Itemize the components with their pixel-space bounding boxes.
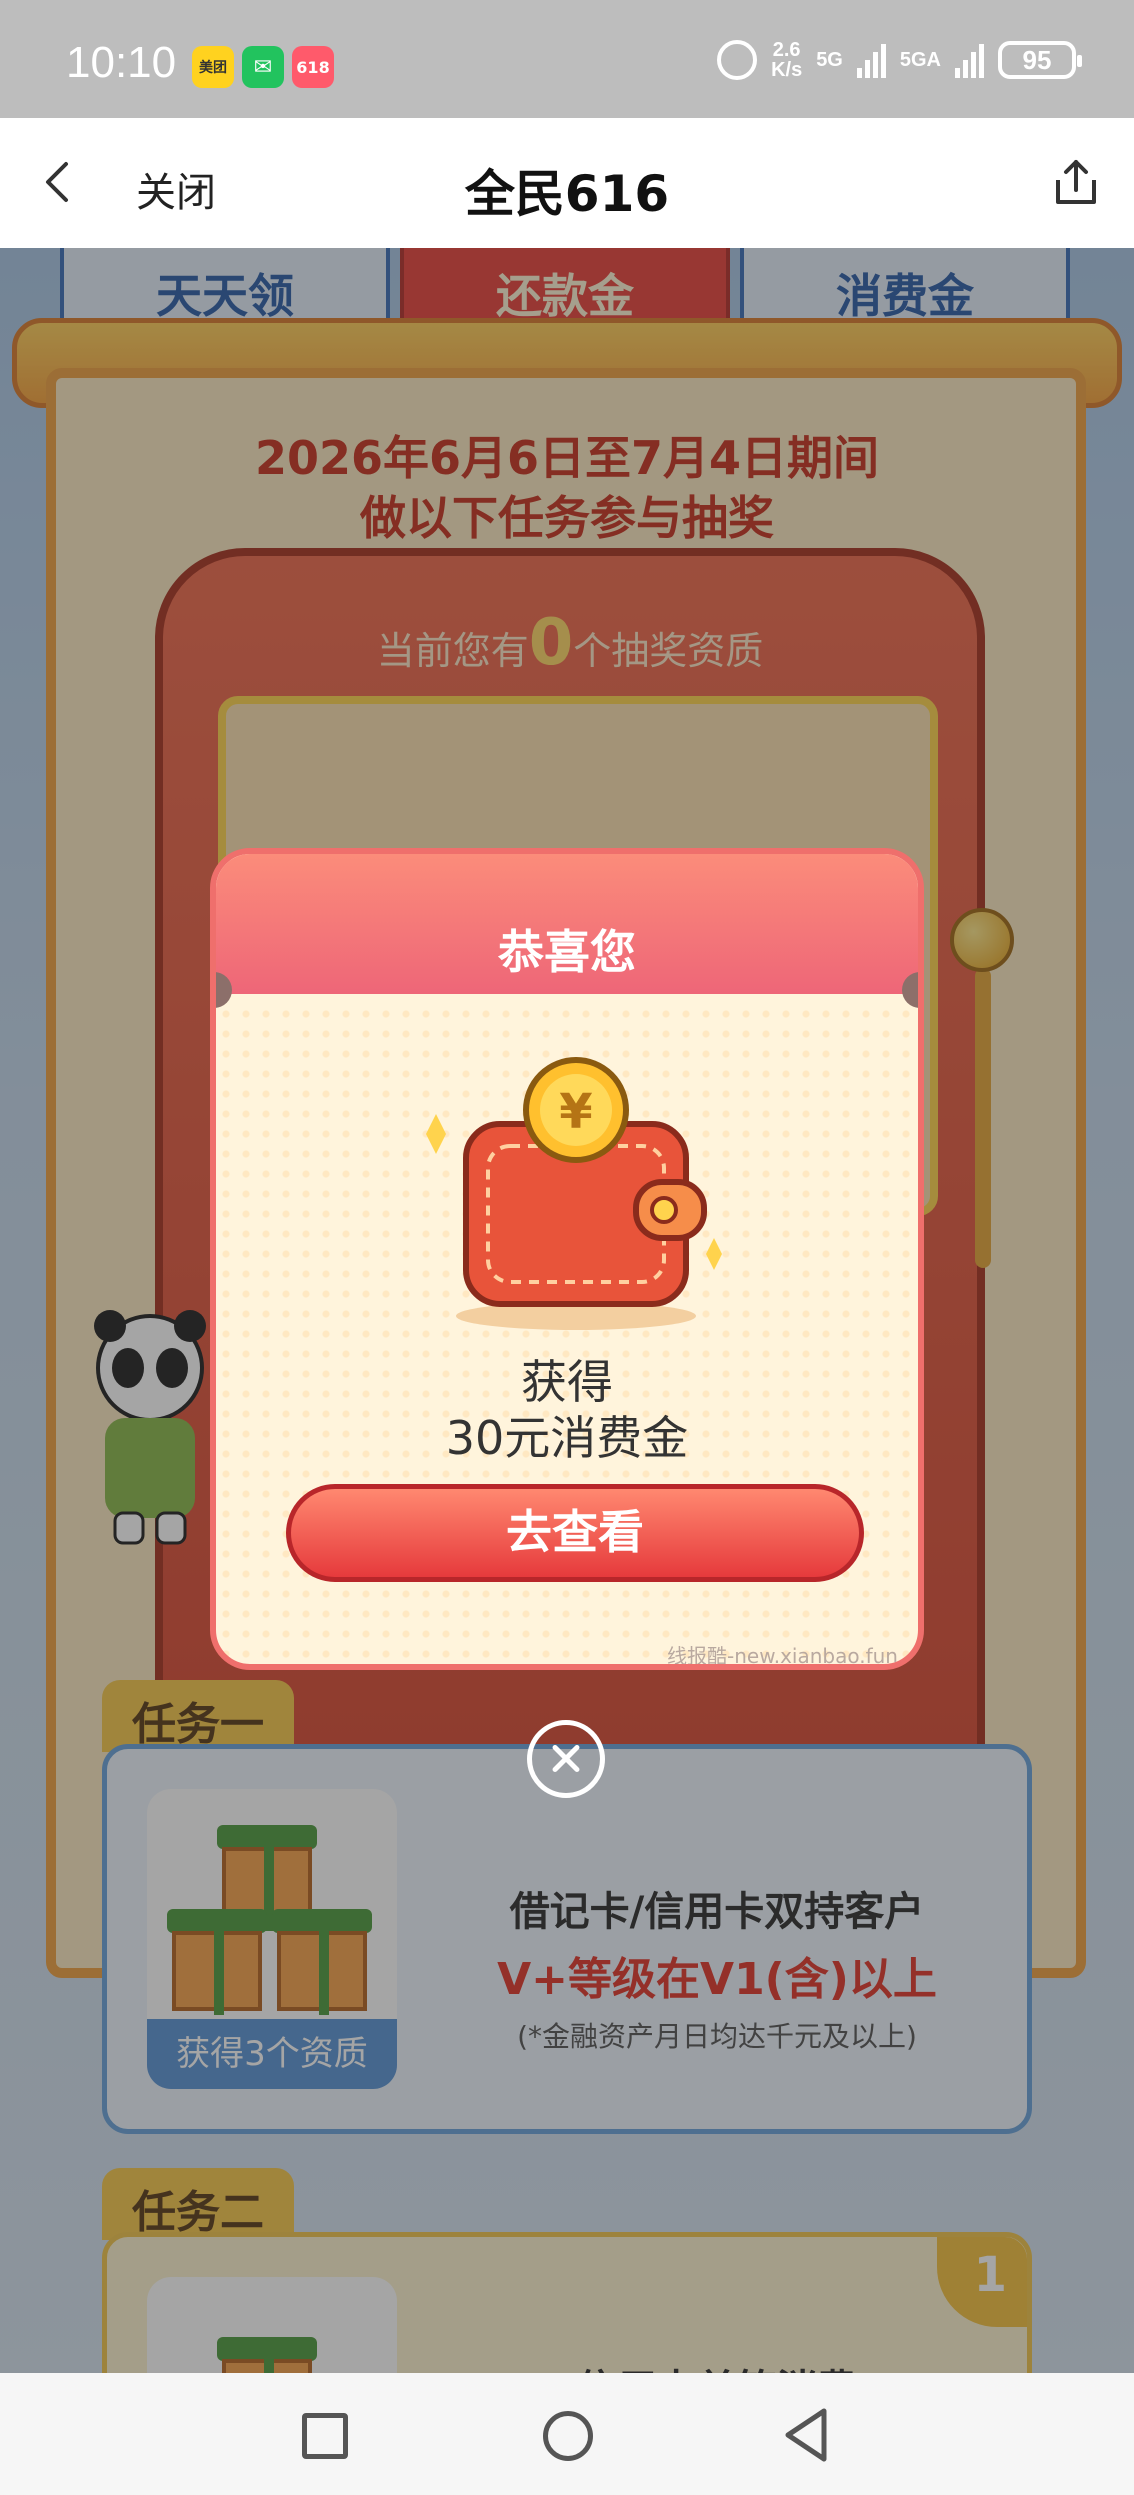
network-speed-value: 2.6 [772, 39, 801, 61]
modal-title: 恭喜您 [498, 925, 636, 979]
back-triangle-icon[interactable] [782, 2407, 830, 2463]
home-icon[interactable] [543, 2411, 593, 2461]
signal-strength-icon-2 [955, 42, 984, 78]
coin-symbol: ¥ [559, 1084, 592, 1140]
prize-line1: 获得 [521, 1355, 613, 1409]
shopping-618-app-icon: 618 [292, 46, 334, 88]
network-speed: 2.6 K/s [771, 40, 802, 80]
view-prize-button[interactable]: 去查看 [286, 1484, 864, 1582]
close-modal-icon[interactable] [527, 1720, 605, 1798]
network-speed-unit: K/s [771, 59, 803, 81]
share-icon[interactable] [1048, 154, 1104, 210]
prize-modal: 恭喜您 ¥ 获得 30元消费金 去查看 线报酷-new.xianbao.fun [210, 848, 924, 1670]
prize-text: 获得 30元消费金 [216, 1354, 918, 1466]
prize-amount: 30元消费金 [445, 1411, 689, 1465]
alarm-icon [717, 40, 758, 80]
wechat-app-icon: ✉ [242, 46, 284, 88]
page-title: 全民616 [464, 165, 670, 223]
meituan-app-icon: 美团 [192, 46, 234, 88]
status-bar: 10:10 美团 ✉ 618 2.6 K/s 5G 5GA 95 [0, 0, 1134, 118]
recent-apps-icon[interactable] [302, 2413, 348, 2459]
status-time: 10:10 [66, 38, 177, 87]
network-type-label: 5G [816, 48, 843, 71]
battery-icon: 95 [998, 41, 1082, 79]
status-indicators: 2.6 K/s 5G 5GA 95 [717, 40, 1082, 80]
watermark: 线报酷-new.xianbao.fun [667, 1644, 898, 1668]
top-nav-bar: 关闭 全民616 [0, 118, 1134, 248]
network-type-label-2: 5GA [899, 48, 941, 71]
system-navigation-bar [0, 2373, 1134, 2495]
wallet-coin-icon: ¥ [426, 1057, 722, 1330]
signal-strength-icon [856, 42, 886, 78]
